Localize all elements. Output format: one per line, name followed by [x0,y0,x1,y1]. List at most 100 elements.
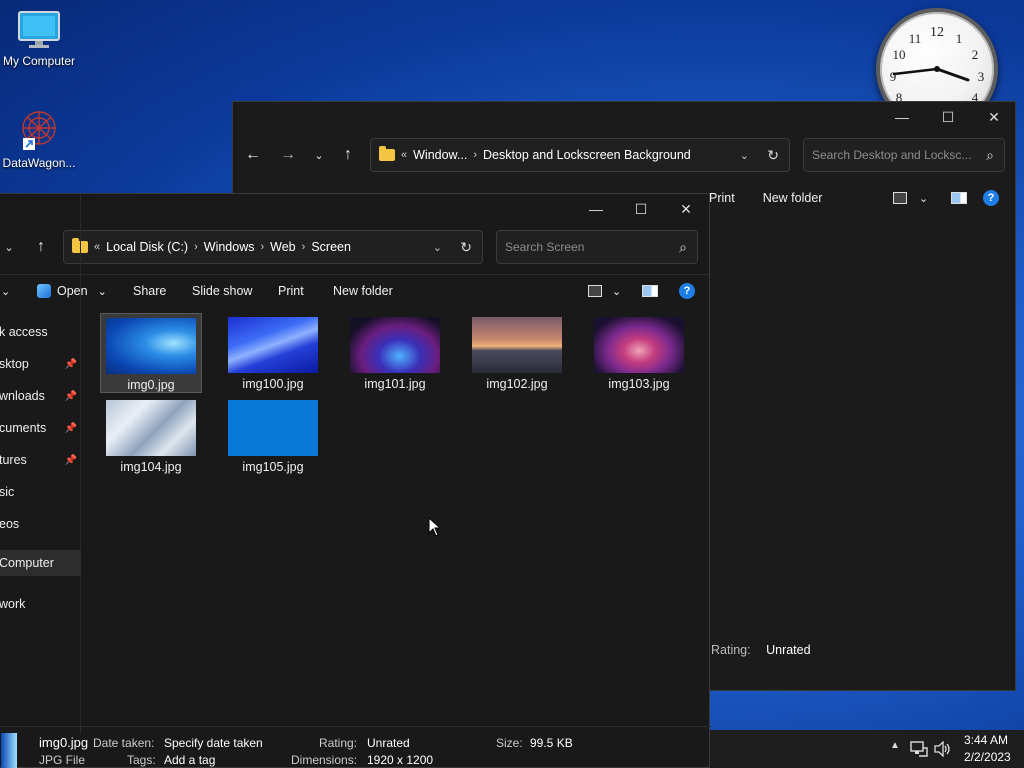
thumbnail-image [106,400,196,456]
nav-item-documents[interactable]: cuments 📌 [0,417,81,439]
clock-number: 10 [893,47,906,62]
help-icon[interactable]: ? [679,283,695,299]
clock-number: 2 [972,47,979,62]
nav-item-desktop[interactable]: sktop 📌 [0,353,81,375]
file-thumbnail[interactable]: img105.jpg [222,396,324,476]
chevron-down-icon[interactable]: ⌄ [612,285,621,298]
details-pane: Rating: Unrated [711,643,811,657]
file-thumbnail[interactable]: img104.jpg [100,396,202,476]
dimensions-value: 1920 x 1200 [367,753,434,767]
explorer-window-front[interactable]: — ☐ ✕ ⌄ ↑ « Local Disk (C:) › Windows › … [0,193,711,768]
minimize-button[interactable]: — [573,194,619,224]
file-thumbnail[interactable]: img103.jpg [588,313,690,393]
clock-number: 11 [909,31,922,46]
breadcrumb-item[interactable]: Screen [311,240,351,254]
forward-arrow-icon[interactable]: → [276,143,300,167]
new-folder-button[interactable]: New folder [753,184,833,212]
rating-label: Rating: [711,643,751,657]
overflow-icon: « [94,241,101,253]
nav-item-network[interactable]: work [0,593,81,615]
rating-label: Rating: [319,736,358,750]
close-button[interactable]: ✕ [971,102,1017,132]
chevron-right-icon: › [260,241,265,253]
slideshow-button[interactable]: Slide show [182,277,262,305]
date-taken-label: Date taken: [93,736,155,750]
desktop-icon-my-computer[interactable]: My Computer [0,10,81,68]
close-button[interactable]: ✕ [663,194,709,224]
clock-minute-hand [892,67,939,76]
breadcrumb-item[interactable]: Window... [413,148,467,162]
nav-item-music[interactable]: sic [0,481,81,503]
nav-item-quick-access[interactable]: k access [0,321,81,343]
file-thumbnail[interactable]: img100.jpg [222,313,324,393]
nav-item-label: work [0,597,26,611]
help-icon[interactable]: ? [983,190,999,206]
preview-pane-icon[interactable] [951,192,967,204]
clock-number: 3 [978,69,985,84]
chevron-down-icon[interactable]: ⌄ [740,149,749,162]
dimensions-label: Dimensions: [291,753,358,767]
details-filename: img0.jpg [39,735,89,750]
details-filetype: JPG File [39,753,86,767]
file-thumbnail[interactable]: img0.jpg [100,313,202,393]
back-arrow-icon[interactable]: ← [241,143,265,167]
search-icon: ⌕ [986,146,994,163]
recent-dropdown-icon[interactable]: ⌄ [307,143,331,167]
rating-value[interactable]: Unrated [367,736,410,750]
file-name: img100.jpg [242,377,304,391]
overflow-icon: « [401,149,408,161]
file-name: img103.jpg [608,377,670,391]
desktop-icon-datawagon[interactable]: DataWagon... [0,108,81,170]
file-thumbnail[interactable]: img101.jpg [344,313,446,393]
breadcrumb-item[interactable]: Windows [204,240,255,254]
chevron-down-icon[interactable]: ⌄ [919,192,928,205]
print-button[interactable]: Print [268,277,314,305]
show-hidden-icons-icon[interactable]: ▲ [890,740,900,751]
nav-item-videos[interactable]: eos [0,513,81,535]
up-arrow-icon[interactable]: ↑ [336,143,360,167]
address-bar[interactable]: « Window... › Desktop and Lockscreen Bac… [370,138,790,172]
nav-item-downloads[interactable]: wnloads 📌 [0,385,81,407]
taskbar-time[interactable]: 3:44 AM [964,733,1008,747]
date-taken-value[interactable]: Specify date taken [164,736,263,750]
clock-number: 1 [956,31,963,46]
taskbar: ▲ 3:44 AM 2/2/2023 [710,730,1024,768]
chevron-down-icon[interactable]: ⌄ [433,241,442,254]
network-icon[interactable] [910,741,928,757]
tags-value[interactable]: Add a tag [164,753,215,767]
search-input[interactable]: Search Screen ⌕ [496,230,698,264]
rating-value[interactable]: Unrated [766,643,810,657]
refresh-icon[interactable]: ↻ [460,239,472,256]
maximize-button[interactable]: ☐ [925,102,971,132]
desktop-icon-label: My Computer [2,54,76,68]
search-input[interactable]: Search Desktop and Locksc... ⌕ [803,138,1005,172]
share-button[interactable]: Share [123,277,176,305]
nav-item-label: k access [0,325,48,339]
minimize-button[interactable]: — [879,102,925,132]
file-name: img101.jpg [364,377,426,391]
new-folder-button[interactable]: New folder [323,277,403,305]
mouse-cursor-icon [428,517,442,537]
refresh-icon[interactable]: ↻ [767,147,779,164]
address-bar[interactable]: « Local Disk (C:) › Windows › Web › Scre… [63,230,483,264]
view-toggle-icon[interactable] [893,192,907,204]
breadcrumb-item[interactable]: Local Disk (C:) [106,240,188,254]
volume-icon[interactable] [934,741,952,757]
chevron-right-icon: › [194,241,198,253]
breadcrumb-item[interactable]: Desktop and Lockscreen Background [483,148,691,162]
navigation-pane: k access sktop 📌 wnloads 📌 cuments 📌 tures 📌… [0,194,81,734]
size-value: 99.5 KB [530,736,573,750]
pin-icon: 📌 [64,358,77,370]
nav-item-pictures[interactable]: tures 📌 [0,449,81,471]
taskbar-date[interactable]: 2/2/2023 [964,750,1011,764]
maximize-button[interactable]: ☐ [618,194,664,224]
details-pane: img0.jpg JPG File Date taken: Specify da… [0,727,711,768]
preview-pane-icon[interactable] [642,285,658,297]
nav-item-computer[interactable]: Computer [0,550,81,576]
breadcrumb-item[interactable]: Web [270,240,295,254]
file-thumbnail[interactable]: img102.jpg [466,313,568,393]
desktop-icon-label: DataWagon... [2,156,76,170]
pin-icon: 📌 [64,422,77,434]
thumbnail-image [228,400,318,456]
view-toggle-icon[interactable] [588,285,602,297]
